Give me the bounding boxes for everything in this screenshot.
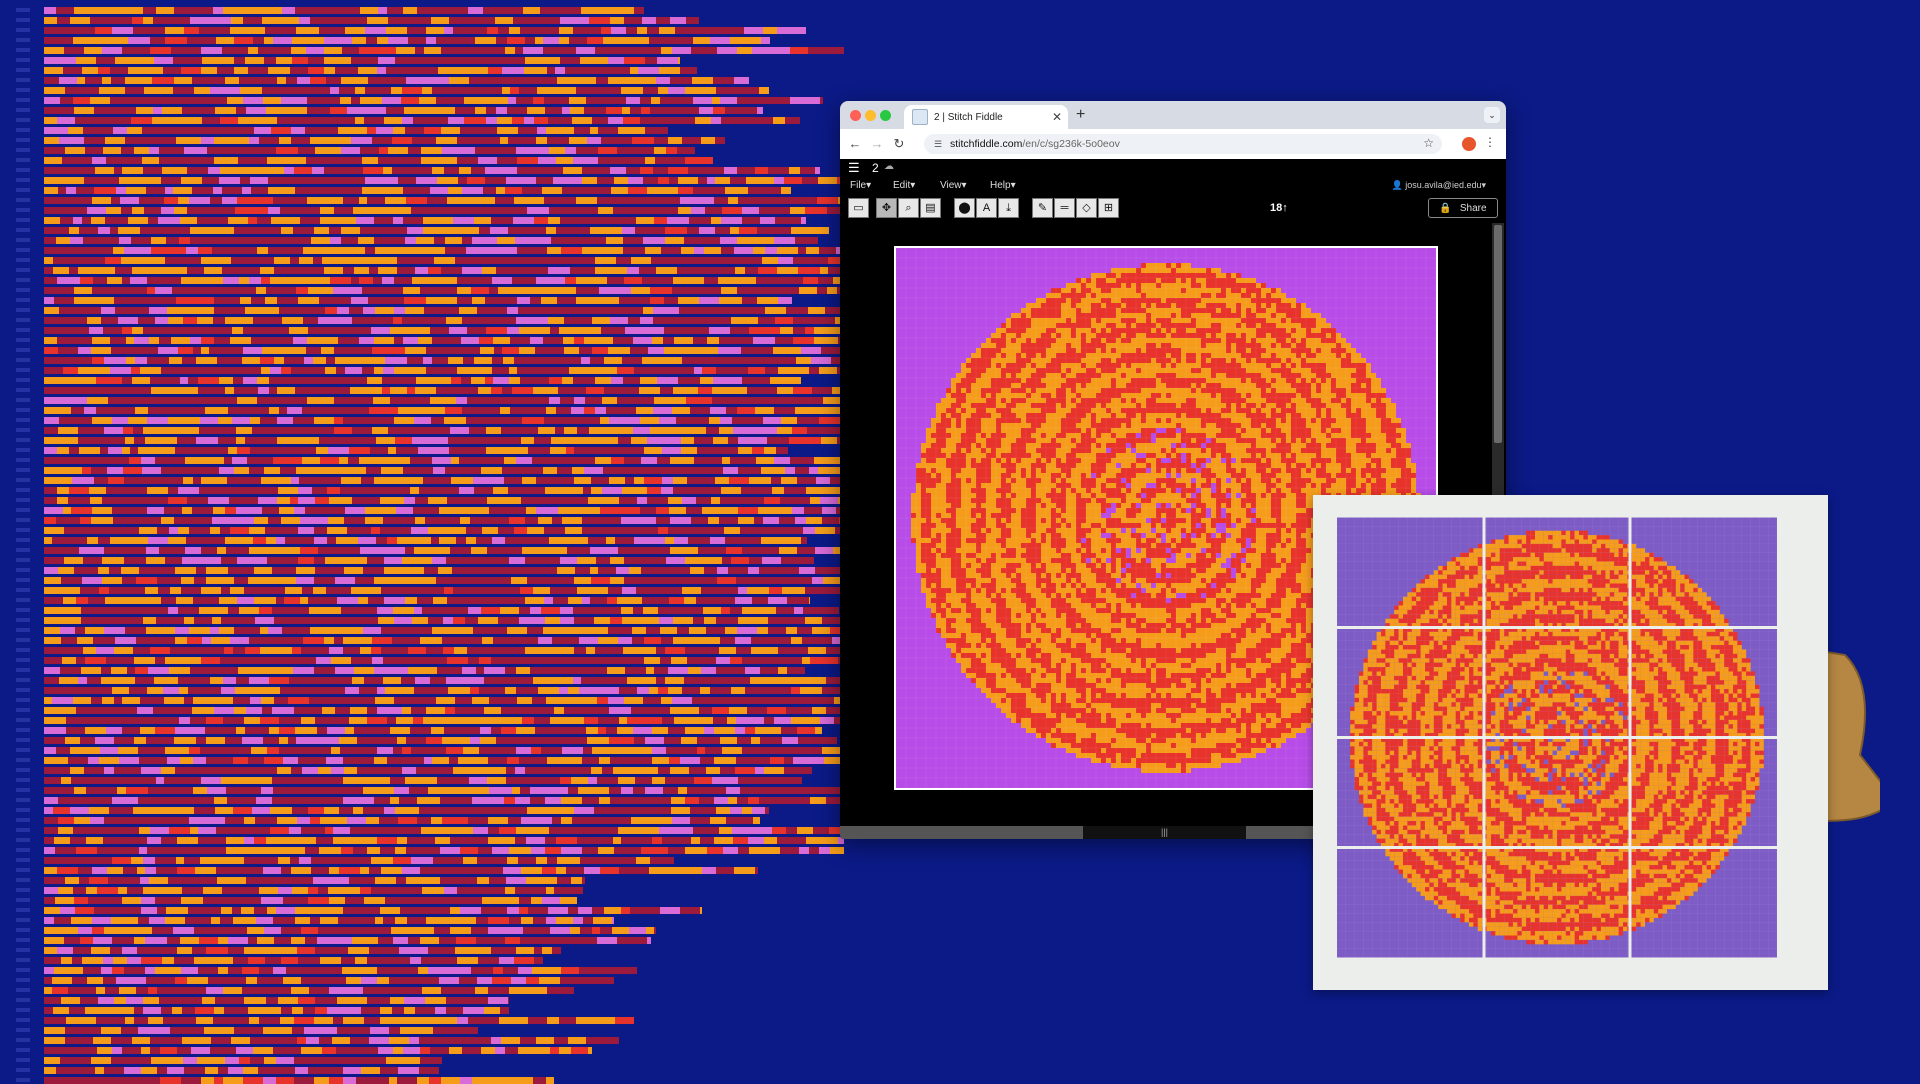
search-icon[interactable]: ⌕: [898, 198, 919, 218]
share-label: Share: [1460, 203, 1487, 214]
browser-tab[interactable]: 2 | Stitch Fiddle ✕: [904, 105, 1068, 129]
menu-file[interactable]: File▾: [850, 180, 871, 191]
close-window-icon[interactable]: [850, 110, 861, 121]
address-bar: ← → ↻ ☰ stitchfiddle.com /en/c/sg236k-5o…: [840, 129, 1506, 160]
hamburger-menu-icon[interactable]: ☰: [848, 161, 860, 175]
menu-bar: File▾ Edit▾ View▾ Help▾ 👤 josu.avila@ied…: [840, 177, 1506, 195]
move-icon[interactable]: ✥: [876, 198, 897, 218]
printed-stitch-chart: [1337, 517, 1777, 958]
browser-menu-icon[interactable]: ⋮: [1484, 135, 1496, 149]
eraser-icon[interactable]: ◇: [1076, 198, 1097, 218]
grid-icon[interactable]: ⊞: [1098, 198, 1119, 218]
folder-icon[interactable]: ▭: [848, 198, 869, 218]
horizontal-scroll-thumb[interactable]: |||: [1083, 826, 1246, 839]
maximize-window-icon[interactable]: [880, 110, 891, 121]
cloud-sync-icon: ☁: [884, 161, 894, 172]
extension-icon[interactable]: [1462, 137, 1476, 151]
minimize-window-icon[interactable]: [865, 110, 876, 121]
back-arrow-icon[interactable]: ←: [846, 135, 864, 153]
vertical-scroll-thumb[interactable]: [1494, 225, 1502, 443]
menu-view[interactable]: View▾: [940, 180, 967, 191]
stitch-row-pattern: [0, 0, 860, 1084]
url-field[interactable]: ☰ stitchfiddle.com /en/c/sg236k-5o0eov ☆: [924, 134, 1442, 154]
lock-icon: 🔒: [1439, 203, 1451, 214]
tab-title: 2 | Stitch Fiddle: [934, 112, 1050, 123]
zoom-level[interactable]: 18↑: [1270, 202, 1288, 214]
bookmark-star-icon[interactable]: ☆: [1423, 136, 1434, 150]
paper-printout: [1313, 495, 1828, 990]
reload-icon[interactable]: ↻: [890, 135, 908, 153]
toolbar: ▭ ✥ ⌕ ▤ ⬤ A ⤓ ✎ ═ ◇ ⊞ 18↑ 🔒 Share: [840, 195, 1506, 221]
menu-edit[interactable]: Edit▾: [893, 180, 915, 191]
printed-pattern-photo: [1300, 495, 1880, 1055]
url-path: /en/c/sg236k-5o0eov: [1022, 138, 1119, 150]
menu-help[interactable]: Help▾: [990, 180, 1016, 191]
close-tab-icon[interactable]: ✕: [1050, 110, 1064, 124]
stitch-fiddle-favicon-icon: [912, 109, 928, 125]
download-icon[interactable]: ⤓: [998, 198, 1019, 218]
site-info-icon[interactable]: ☰: [932, 139, 944, 150]
tab-strip: 2 | Stitch Fiddle ✕ + ⌄: [840, 101, 1506, 129]
share-button[interactable]: 🔒 Share: [1428, 198, 1498, 218]
user-account-menu[interactable]: 👤 josu.avila@ied.edu▾: [1392, 180, 1486, 191]
tab-search-chevron-icon[interactable]: ⌄: [1484, 107, 1500, 123]
marker-icon[interactable]: ⬤: [954, 198, 975, 218]
new-tab-icon[interactable]: +: [1076, 106, 1085, 124]
panel-icon[interactable]: ▤: [920, 198, 941, 218]
app-header: ☰ 2 ☁: [840, 159, 1506, 177]
forward-arrow-icon[interactable]: →: [868, 135, 886, 153]
pencil-icon[interactable]: ✎: [1032, 198, 1053, 218]
text-icon[interactable]: A: [976, 198, 997, 218]
line-icon[interactable]: ═: [1054, 198, 1075, 218]
document-name: 2: [872, 161, 879, 175]
url-domain: stitchfiddle.com: [950, 138, 1022, 150]
